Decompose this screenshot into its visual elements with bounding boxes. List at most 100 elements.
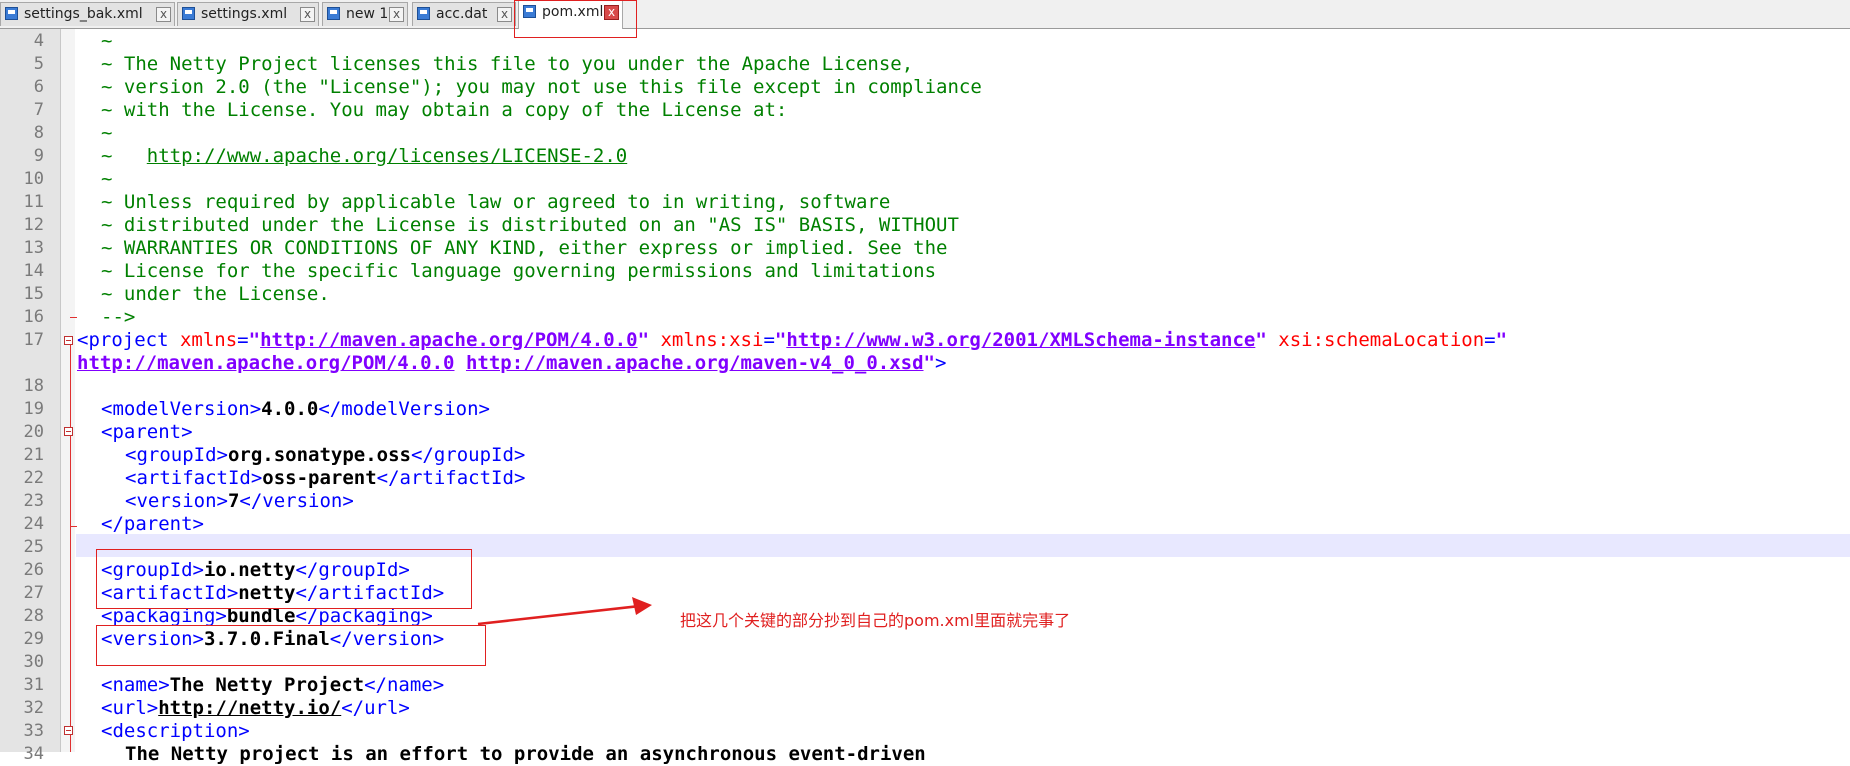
tag-value: The Netty Project (169, 674, 365, 696)
tag-close: > (934, 352, 947, 374)
code-line-4[interactable]: ~ (101, 30, 112, 53)
saved-file-icon (5, 7, 18, 20)
tag-open: <description> (101, 720, 250, 742)
tag-open: <artifactId> (125, 467, 263, 489)
line-number: 32 (23, 698, 44, 718)
code-line-33[interactable]: <description> (101, 720, 250, 743)
code-line-10[interactable]: ~ (101, 168, 112, 191)
line-number: 30 (23, 652, 44, 672)
equals-sign: = (763, 329, 775, 351)
code-line-23[interactable]: <version>7</version> (125, 490, 354, 513)
code-line-9[interactable]: ~ http://www.apache.org/licenses/LICENSE… (101, 145, 627, 168)
close-icon[interactable]: x (300, 7, 315, 22)
line-number: 14 (23, 261, 44, 281)
fold-collapse-icon[interactable] (64, 336, 73, 345)
tag-value: netty (238, 582, 296, 604)
tag-close: </name> (364, 674, 445, 696)
tag-open: <artifactId> (101, 582, 239, 604)
line-number: 15 (23, 284, 44, 304)
tag-close: </modelVersion> (318, 398, 490, 420)
code-line-17-wrap[interactable]: http://maven.apache.org/POM/4.0.0 http:/… (77, 352, 946, 375)
code-line-29[interactable]: <version>3.7.0.Final</version> (101, 628, 444, 651)
code-line-5[interactable]: ~ The Netty Project licenses this file t… (101, 53, 913, 76)
tab-label: acc.dat (436, 6, 488, 22)
annotation-note: 把这几个关键的部分抄到自己的pom.xml里面就完事了 (680, 611, 1071, 630)
line-number: 17 (23, 330, 44, 350)
quote-mark: " (923, 352, 935, 374)
line-number: 18 (23, 376, 44, 396)
code-line-27[interactable]: <artifactId>netty</artifactId> (101, 582, 444, 605)
line-number: 11 (23, 192, 44, 212)
line-number: 22 (23, 468, 44, 488)
close-icon[interactable]: x (497, 7, 512, 22)
code-line-14[interactable]: ~ License for the specific language gove… (101, 260, 936, 283)
close-icon[interactable]: x (389, 7, 404, 22)
tag-value: oss-parent (262, 467, 377, 489)
schema-pom-link[interactable]: http://maven.apache.org/POM/4.0.0 (77, 352, 455, 374)
xsi-namespace-link[interactable]: http://www.w3.org/2001/XMLSchema-instanc… (786, 329, 1255, 351)
line-number: 20 (23, 422, 44, 442)
line-number: 31 (23, 675, 44, 695)
line-number: 34 (23, 744, 44, 764)
quote-mark: " (637, 329, 650, 351)
code-line-12[interactable]: ~ distributed under the License is distr… (101, 214, 959, 237)
line-number: 5 (33, 54, 44, 74)
line-number: 25 (23, 537, 44, 557)
code-line-8[interactable]: ~ (101, 122, 112, 145)
code-line-32[interactable]: <url>http://netty.io/</url> (101, 697, 410, 720)
close-icon[interactable]: x (604, 5, 619, 20)
pom-namespace-link[interactable]: http://maven.apache.org/POM/4.0.0 (260, 329, 638, 351)
code-line-17[interactable]: <project xmlns="http://maven.apache.org/… (77, 329, 1507, 352)
tag-open: <parent> (101, 421, 193, 443)
tab-bar: settings_bak.xml x settings.xml x new 1 … (0, 0, 1850, 29)
tag-open: <name> (101, 674, 170, 696)
code-line-21[interactable]: <groupId>org.sonatype.oss</groupId> (125, 444, 525, 467)
line-number: 6 (33, 77, 44, 97)
code-line-24[interactable]: </parent> (101, 513, 204, 536)
tag-value: 3.7.0.Final (203, 628, 330, 650)
code-line-7[interactable]: ~ with the License. You may obtain a cop… (101, 99, 787, 122)
line-number: 33 (23, 721, 44, 741)
schema-xsd-link[interactable]: http://maven.apache.org/maven-v4_0_0.xsd (466, 352, 924, 374)
tag-close: </groupId> (410, 444, 526, 466)
code-line-31[interactable]: <name>The Netty Project</name> (101, 674, 444, 697)
tab-acc-dat[interactable]: acc.dat x (412, 2, 516, 26)
tab-settings-bak-xml[interactable]: settings_bak.xml x (0, 2, 175, 26)
fold-collapse-icon[interactable] (64, 726, 73, 735)
tag-value: bundle (226, 605, 296, 627)
tag-close: </version> (239, 490, 354, 512)
tab-new-1[interactable]: new 1 x (322, 2, 408, 26)
netty-url-link[interactable]: http://netty.io/ (158, 697, 341, 719)
code-line-11[interactable]: ~ Unless required by applicable law or a… (101, 191, 890, 214)
code-line-13[interactable]: ~ WARRANTIES OR CONDITIONS OF ANY KIND, … (101, 237, 947, 260)
tab-settings-xml[interactable]: settings.xml x (177, 2, 319, 26)
fold-end-marker (70, 317, 77, 318)
code-line-22[interactable]: <artifactId>oss-parent</artifactId> (125, 467, 525, 490)
code-line-19[interactable]: <modelVersion>4.0.0</modelVersion> (101, 398, 490, 421)
tag-value: 7 (227, 490, 240, 512)
quote-mark: " (248, 329, 261, 351)
line-number: 26 (23, 560, 44, 580)
fold-collapse-icon[interactable] (64, 427, 73, 436)
tag-close: </artifactId> (295, 582, 445, 604)
line-number: 12 (23, 215, 44, 235)
license-url-link[interactable]: http://www.apache.org/licenses/LICENSE-2… (147, 145, 627, 167)
code-line-26[interactable]: <groupId>io.netty</groupId> (101, 559, 410, 582)
code-line-34[interactable]: The Netty project is an effort to provid… (125, 743, 926, 766)
code-line-28[interactable]: <packaging>bundle</packaging> (101, 605, 433, 628)
code-line-16[interactable]: --> (101, 306, 135, 329)
tab-pom-xml[interactable]: pom.xml x (518, 0, 623, 29)
tag-open: <modelVersion> (101, 398, 262, 420)
fold-guide-line (70, 340, 71, 752)
current-line-highlight (76, 534, 1850, 557)
code-line-15[interactable]: ~ under the License. (101, 283, 330, 306)
tag-open: <version> (101, 628, 204, 650)
line-number: 8 (33, 123, 44, 143)
tab-label: new 1 (346, 6, 389, 22)
code-line-20[interactable]: <parent> (101, 421, 193, 444)
tag-close: </version> (329, 628, 445, 650)
close-icon[interactable]: x (156, 7, 171, 22)
tag-close: </artifactId> (376, 467, 526, 489)
code-line-6[interactable]: ~ version 2.0 (the "License"); you may n… (101, 76, 982, 99)
fold-end-marker (70, 526, 77, 527)
